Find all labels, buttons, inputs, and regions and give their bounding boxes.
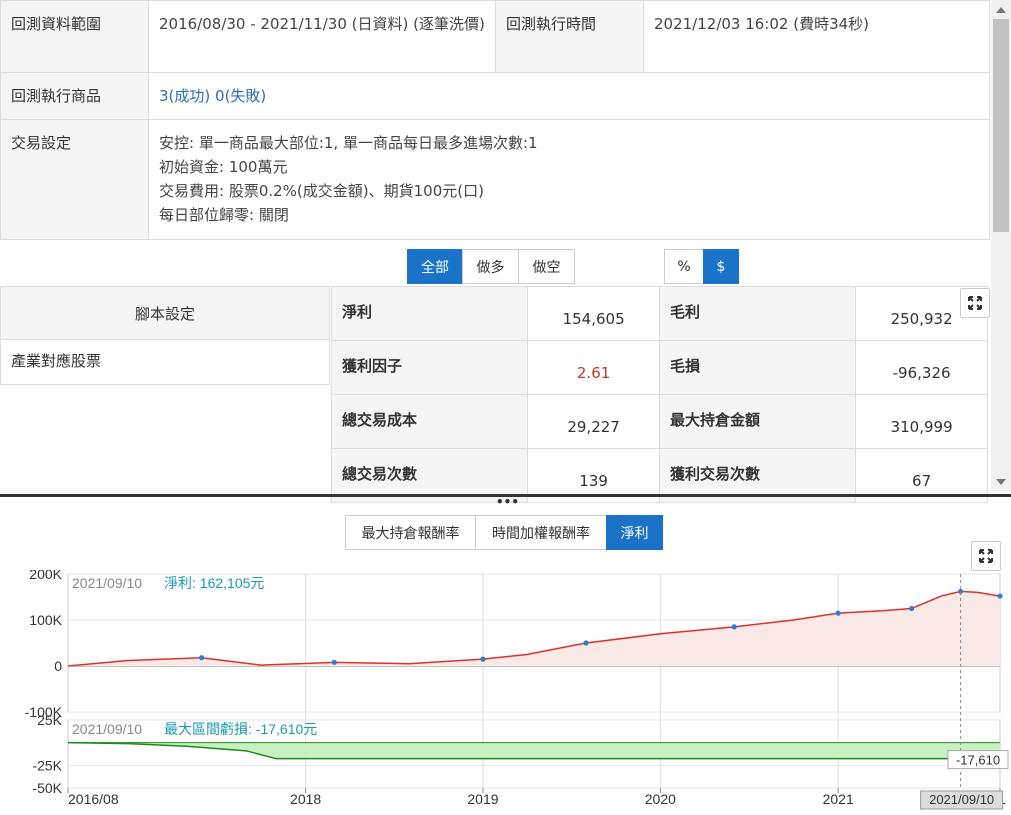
stat-value: -96,326 xyxy=(855,340,988,395)
stat-label: 毛損 xyxy=(658,340,857,395)
trade-settings-value: 安控: 單一商品最大部位:1, 單一商品每日最多進場次數:1 初始資金: 100… xyxy=(148,119,990,240)
script-settings-header: 腳本設定 xyxy=(1,287,329,340)
y-tick-label: -50K xyxy=(32,780,62,796)
legend-date: 2021/09/10 xyxy=(72,721,142,737)
x-tick-label: 2018 xyxy=(290,791,321,807)
range-label: 回測資料範圍 xyxy=(0,0,149,73)
trade-marker xyxy=(331,659,337,665)
stat-value: 29,227 xyxy=(527,394,660,449)
range-value: 2016/08/30 - 2021/11/30 (日資料) (逐筆洗價) xyxy=(148,0,496,73)
legend-max-drawdown: 最大區間虧損: -17,610元 xyxy=(164,721,317,737)
expand-icon xyxy=(979,549,993,563)
stat-label: 毛利 xyxy=(658,286,857,341)
x-tick-label: 2021 xyxy=(823,791,854,807)
setting-line: 初始資金: 100萬元 xyxy=(159,158,288,176)
tab-max-position-return[interactable]: 最大持倉報酬率 xyxy=(345,515,476,550)
trade-marker xyxy=(835,610,841,616)
y-tick-label: 200K xyxy=(29,570,62,582)
scrollbar-thumb[interactable] xyxy=(993,19,1009,232)
stat-label: 最大持倉金額 xyxy=(658,394,857,449)
y-tick-label: 100K xyxy=(29,612,62,628)
script-settings-panel: 腳本設定 產業對應股票 xyxy=(0,286,330,385)
script-name: 產業對應股票 xyxy=(11,352,102,370)
scroll-down-icon[interactable] xyxy=(996,479,1006,485)
trade-marker xyxy=(199,655,205,661)
products-label: 回測執行商品 xyxy=(0,72,149,120)
trade-settings-label: 交易設定 xyxy=(0,119,149,240)
drawdown-value-label: -17,610 xyxy=(956,753,1000,768)
legend-net-profit: 淨利: 162,105元 xyxy=(164,575,264,591)
stat-value: 154,605 xyxy=(527,286,660,341)
unit-toggle: % $ xyxy=(664,249,739,284)
trade-marker xyxy=(908,605,915,612)
backtest-info-table: 回測資料範圍 2016/08/30 - 2021/11/30 (日資料) (逐筆… xyxy=(0,0,990,240)
legend-date: 2021/09/10 xyxy=(72,575,142,591)
x-tick-label: 2016/08 xyxy=(68,791,119,807)
tab-short[interactable]: 做空 xyxy=(518,249,575,284)
stat-value: 2.61 xyxy=(527,340,660,395)
expand-icon xyxy=(968,296,982,310)
tab-long[interactable]: 做多 xyxy=(462,249,519,284)
chart-tabs: 最大持倉報酬率 時間加權報酬率 淨利 xyxy=(345,515,663,550)
x-tick-label: 2019 xyxy=(467,791,498,807)
tab-dollar[interactable]: $ xyxy=(703,249,739,284)
exec-time-value: 2021/12/03 16:02 (費時34秒) xyxy=(643,0,990,73)
products-value: 3(成功) 0(失敗) xyxy=(148,72,990,120)
tab-all[interactable]: 全部 xyxy=(407,249,463,284)
stat-label: 淨利 xyxy=(330,286,529,341)
splitter-handle-icon[interactable]: ••• xyxy=(496,496,519,508)
products-success-link[interactable]: 3(成功) xyxy=(159,87,210,105)
stat-label: 總交易成本 xyxy=(330,394,529,449)
stats-table: 淨利 154,605 毛利 250,932 獲利因子 2.61 毛損 -96,3… xyxy=(330,286,988,503)
net-profit-chart[interactable]: 200K100K0-100K25K-25K-50K2021/09/10 淨利: 1… xyxy=(0,570,1011,815)
setting-line: 每日部位歸零: 關閉 xyxy=(159,206,289,224)
stat-value: 310,999 xyxy=(855,394,988,449)
vertical-scrollbar[interactable] xyxy=(991,0,1011,492)
y-tick-label: 0 xyxy=(54,658,62,674)
setting-line: 交易費用: 股票0.2%(成交金額)、期貨100元(口) xyxy=(159,182,484,200)
stat-label: 獲利因子 xyxy=(330,340,529,395)
expand-chart-button[interactable] xyxy=(971,541,1001,571)
scroll-up-icon[interactable] xyxy=(996,7,1006,13)
tab-time-weighted-return[interactable]: 時間加權報酬率 xyxy=(475,515,607,550)
x-tick-label: 2020 xyxy=(645,791,676,807)
trade-marker xyxy=(731,624,737,630)
trade-marker xyxy=(997,593,1003,599)
direction-toggle: 全部 做多 做空 xyxy=(407,249,575,284)
trade-marker xyxy=(480,656,486,662)
exec-time-label: 回測執行時間 xyxy=(495,0,644,73)
cursor-date-label: 2021/09/10 xyxy=(929,792,994,807)
products-fail-link[interactable]: 0(失敗) xyxy=(215,87,266,105)
tab-percent[interactable]: % xyxy=(664,249,704,284)
tab-net-profit[interactable]: 淨利 xyxy=(606,515,663,550)
y-tick-label: 25K xyxy=(37,712,63,728)
y-tick-label: -25K xyxy=(32,757,62,773)
trade-marker xyxy=(583,640,589,646)
setting-line: 安控: 單一商品最大部位:1, 單一商品每日最多進場次數:1 xyxy=(159,134,538,152)
expand-stats-button[interactable] xyxy=(960,288,990,318)
